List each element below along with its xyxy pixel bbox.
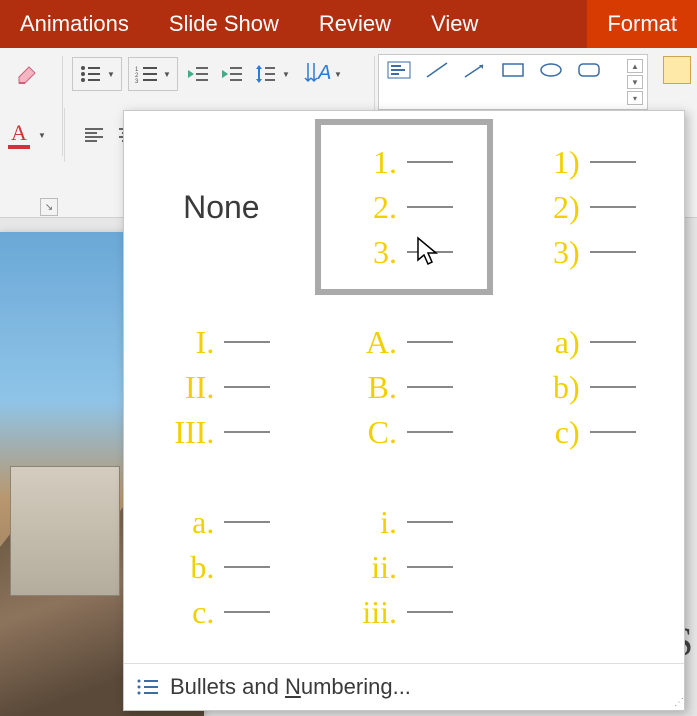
svg-text:3: 3 <box>135 79 139 83</box>
line-shape[interactable] <box>421 59 453 81</box>
decrease-indent-icon <box>188 66 208 82</box>
shape-fill-swatch[interactable] <box>663 56 691 84</box>
shapes-gallery[interactable]: ▲ ▼ ▾ <box>378 54 648 110</box>
none-label: None <box>183 189 260 226</box>
font-color-bar <box>8 145 30 149</box>
decrease-indent-button[interactable] <box>184 60 212 88</box>
chevron-down-icon: ▼ <box>161 70 173 79</box>
numbering-option-upper-roman[interactable]: I. II. III. <box>132 299 311 475</box>
bullets-icon <box>77 60 105 88</box>
bullets-and-numbering-link[interactable]: Bullets and Numbering... ⋰ <box>124 663 684 710</box>
menu-review[interactable]: Review <box>299 0 411 48</box>
footer-text: Bullets and Numbering... <box>170 674 411 700</box>
chevron-down-icon: ▼ <box>36 131 48 140</box>
menu-slide-show[interactable]: Slide Show <box>149 0 299 48</box>
eraser-icon <box>13 63 39 85</box>
numbering-option-paren[interactable]: 1) 2) 3) <box>497 119 676 295</box>
line-spacing-button[interactable]: ▼ <box>252 60 292 88</box>
font-color-button[interactable]: A ▼ <box>8 122 48 149</box>
menu-animations[interactable]: Animations <box>0 0 149 48</box>
increase-indent-icon <box>222 66 242 82</box>
numbering-option-lower-alpha-paren[interactable]: a) b) c) <box>497 299 676 475</box>
text-direction-icon: A <box>304 60 332 88</box>
shapes-scroll-down[interactable]: ▼ <box>627 75 643 89</box>
menu-format[interactable]: Format <box>587 0 697 48</box>
numbering-option-upper-alpha[interactable]: A. B. C. <box>315 299 494 475</box>
shapes-more[interactable]: ▾ <box>627 91 643 105</box>
numbering-option-lower-alpha[interactable]: a. b. c. <box>132 479 311 655</box>
svg-text:A: A <box>317 62 331 84</box>
chevron-down-icon: ▼ <box>105 70 117 79</box>
arrow-shape[interactable] <box>459 59 491 81</box>
numbering-option-lower-roman[interactable]: i. ii. iii. <box>315 479 494 655</box>
increase-indent-button[interactable] <box>218 60 246 88</box>
numbering-icon: 123 <box>133 60 161 88</box>
list-icon <box>136 677 160 697</box>
numbering-dropdown: None 1. 2. 3. 1) 2) 3) I. II. III. A. B.… <box>123 110 685 711</box>
rectangle-shape[interactable] <box>497 59 529 81</box>
line-spacing-icon <box>252 60 280 88</box>
rounded-rect-shape[interactable] <box>573 59 605 81</box>
numbering-option-period[interactable]: 1. 2. 3. <box>315 119 494 295</box>
menu-view[interactable]: View <box>411 0 498 48</box>
numbering-split-button[interactable]: 123 ▼ <box>128 57 178 91</box>
numbering-option-none[interactable]: None <box>132 119 311 295</box>
oval-shape[interactable] <box>535 59 567 81</box>
text-direction-button[interactable]: A ▼ <box>304 60 344 88</box>
clear-formatting-button[interactable] <box>8 56 44 92</box>
font-dialog-launcher[interactable]: ↘ <box>40 198 58 216</box>
shapes-scroll-up[interactable]: ▲ <box>627 59 643 73</box>
menu-bar: Animations Slide Show Review View Format <box>0 0 697 48</box>
align-left-button[interactable] <box>81 121 109 149</box>
bullets-split-button[interactable]: ▼ <box>72 57 122 91</box>
textbox-shape[interactable] <box>383 59 415 81</box>
chevron-down-icon: ▼ <box>332 70 344 79</box>
chevron-down-icon: ▼ <box>280 70 292 79</box>
font-color-letter: A <box>11 122 27 144</box>
resize-grip-icon: ⋰ <box>674 697 682 708</box>
align-left-icon <box>85 127 105 143</box>
